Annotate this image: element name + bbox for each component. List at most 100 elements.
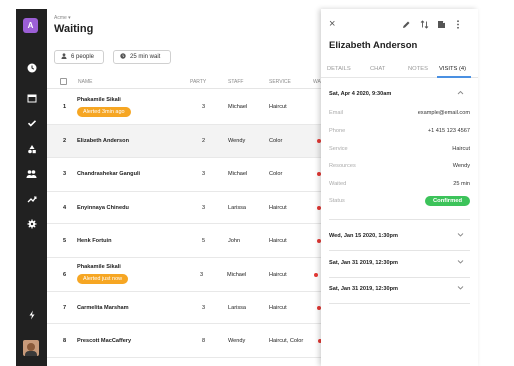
col-wait[interactable]: WA <box>313 79 321 85</box>
field-label: Status <box>329 198 345 204</box>
party-size: 2 <box>202 138 206 144</box>
check-icon[interactable] <box>16 115 47 131</box>
people-count-chip[interactable]: 6 people <box>54 50 104 64</box>
col-service[interactable]: SERVICE <box>269 79 291 85</box>
row-number: 1 <box>63 104 67 110</box>
service-name: Haircut <box>269 104 287 110</box>
service-name: Haircut <box>269 205 287 211</box>
row-number: 5 <box>63 238 67 244</box>
shapes-icon[interactable] <box>16 141 47 157</box>
people-icon[interactable] <box>16 166 47 182</box>
sort-arrows-icon[interactable] <box>420 20 429 31</box>
field-value: Wendy <box>452 163 470 169</box>
chevron-down-icon[interactable] <box>457 231 464 240</box>
guest-name: Enyinnaya Chinedu <box>77 205 129 211</box>
page-title: Waiting <box>54 23 94 35</box>
account-name: Acme <box>54 15 67 21</box>
alert-badge: Alerted 3min ago <box>77 107 131 117</box>
tab-visits[interactable]: VISITS (4) <box>439 66 466 72</box>
field-label: Email <box>329 110 343 116</box>
clock-icon <box>120 53 126 61</box>
staff-name: Michael <box>228 104 248 110</box>
chevron-down-icon[interactable] <box>457 258 464 267</box>
waitlist-main: Acme ▾ Waiting 6 people 25 min wait NAME… <box>47 9 322 366</box>
calendar-icon[interactable] <box>16 90 47 106</box>
party-size: 3 <box>202 104 206 110</box>
field-value: 25 min <box>453 181 470 187</box>
table-row[interactable]: 8 Prescott MacCaffery 8 Wendy Haircut, C… <box>47 324 322 358</box>
field-label: Waited <box>329 181 347 187</box>
people-count-label: 6 people <box>71 54 95 60</box>
party-size: 8 <box>202 338 206 344</box>
tab-details[interactable]: DETAILS <box>327 66 351 72</box>
party-size: 3 <box>202 171 206 177</box>
row-number: 3 <box>63 171 67 177</box>
visit-date[interactable]: Wed, Jan 15 2020, 1:30pm <box>329 233 398 239</box>
sidebar-rail: A <box>16 9 47 366</box>
guest-name: Elizabeth Anderson <box>77 138 130 144</box>
chevron-down-icon[interactable] <box>457 284 464 293</box>
visit-date[interactable]: Sat, Jan 31 2019, 12:30pm <box>329 286 398 292</box>
table-row[interactable]: 3 Chandrashekar Ganguli 3 Michael Color <box>47 158 321 192</box>
party-size: 3 <box>202 305 206 311</box>
more-vert-icon[interactable] <box>456 20 460 31</box>
row-number: 6 <box>63 272 67 278</box>
user-avatar[interactable] <box>23 340 39 356</box>
app-root: A Acme ▾ Waiting 6 people 25 min wait NA… <box>0 0 514 366</box>
staff-name: Larissa <box>228 305 247 311</box>
staff-name: Michael <box>227 272 247 278</box>
col-staff[interactable]: STAFF <box>228 79 243 85</box>
field-value: Haircut <box>452 146 470 152</box>
tab-notes[interactable]: NOTES <box>408 66 428 72</box>
app-badge[interactable]: A <box>23 18 38 33</box>
service-name: Color <box>269 171 283 177</box>
field-label: Phone <box>329 128 346 134</box>
guest-name: Phakamile Sikali <box>77 97 121 103</box>
account-switcher[interactable]: Acme ▾ <box>54 15 71 21</box>
table-row[interactable]: 4 Enyinnaya Chinedu 3 Larissa Haircut <box>47 192 321 224</box>
guest-name: Carmelita Marsham <box>77 305 129 311</box>
service-name: Haircut <box>269 238 287 244</box>
active-tab-indicator <box>437 76 471 78</box>
close-icon[interactable]: × <box>329 18 335 30</box>
tab-chat[interactable]: CHAT <box>370 66 385 72</box>
row-number: 4 <box>63 205 67 211</box>
divider <box>329 303 470 304</box>
guest-name: Henk Fortuin <box>77 238 112 244</box>
select-all-checkbox[interactable] <box>60 78 67 85</box>
chevron-up-icon[interactable] <box>457 89 464 98</box>
party-size: 3 <box>202 205 206 211</box>
table-row[interactable]: 6 Phakamile Sikali Alerted just now 3 Mi… <box>47 258 321 292</box>
visit-date[interactable]: Sat, Jan 31 2019, 12:30pm <box>329 260 398 266</box>
guest-detail-panel: × Elizabeth Anderson DETAILS CHAT NOTES … <box>321 9 478 366</box>
alert-badge: Alerted just now <box>77 274 129 284</box>
divider <box>329 277 470 278</box>
row-number: 2 <box>63 138 67 144</box>
wait-time-chip[interactable]: 25 min wait <box>113 50 171 64</box>
edit-pencil-icon[interactable] <box>402 20 411 31</box>
table-header: NAME PARTY STAFF SERVICE WA <box>47 75 321 89</box>
col-name[interactable]: NAME <box>78 79 92 85</box>
gear-icon[interactable] <box>16 216 47 232</box>
service-name: Haircut <box>269 272 287 278</box>
status-dot <box>314 273 318 277</box>
wait-time-label: 25 min wait <box>130 54 161 60</box>
note-add-icon[interactable] <box>437 20 446 31</box>
visit-date-expanded[interactable]: Sat, Apr 4 2020, 9:30am <box>329 91 391 97</box>
col-party[interactable]: PARTY <box>190 79 206 85</box>
table-row[interactable]: 5 Henk Fortuin 5 John Haircut <box>47 224 321 258</box>
field-value: +1 415 123 4567 <box>427 128 470 134</box>
trend-icon[interactable] <box>16 191 47 207</box>
table-row-selected[interactable]: 2 Elizabeth Anderson 2 Wendy Color <box>47 125 321 158</box>
clock-icon[interactable] <box>16 60 47 76</box>
table-row[interactable]: 1 Phakamile Sikali Alerted 3min ago 3 Mi… <box>47 90 321 125</box>
field-label: Service <box>329 146 348 152</box>
divider <box>329 250 470 251</box>
lightning-icon[interactable] <box>16 307 47 323</box>
guest-name: Phakamile Sikali <box>77 264 121 270</box>
service-name: Haircut <box>269 305 287 311</box>
row-number: 7 <box>63 305 67 311</box>
staff-name: Wendy <box>228 338 246 344</box>
table-row[interactable]: 7 Carmelita Marsham 3 Larissa Haircut <box>47 292 321 324</box>
field-value: example@email.com <box>417 110 470 116</box>
